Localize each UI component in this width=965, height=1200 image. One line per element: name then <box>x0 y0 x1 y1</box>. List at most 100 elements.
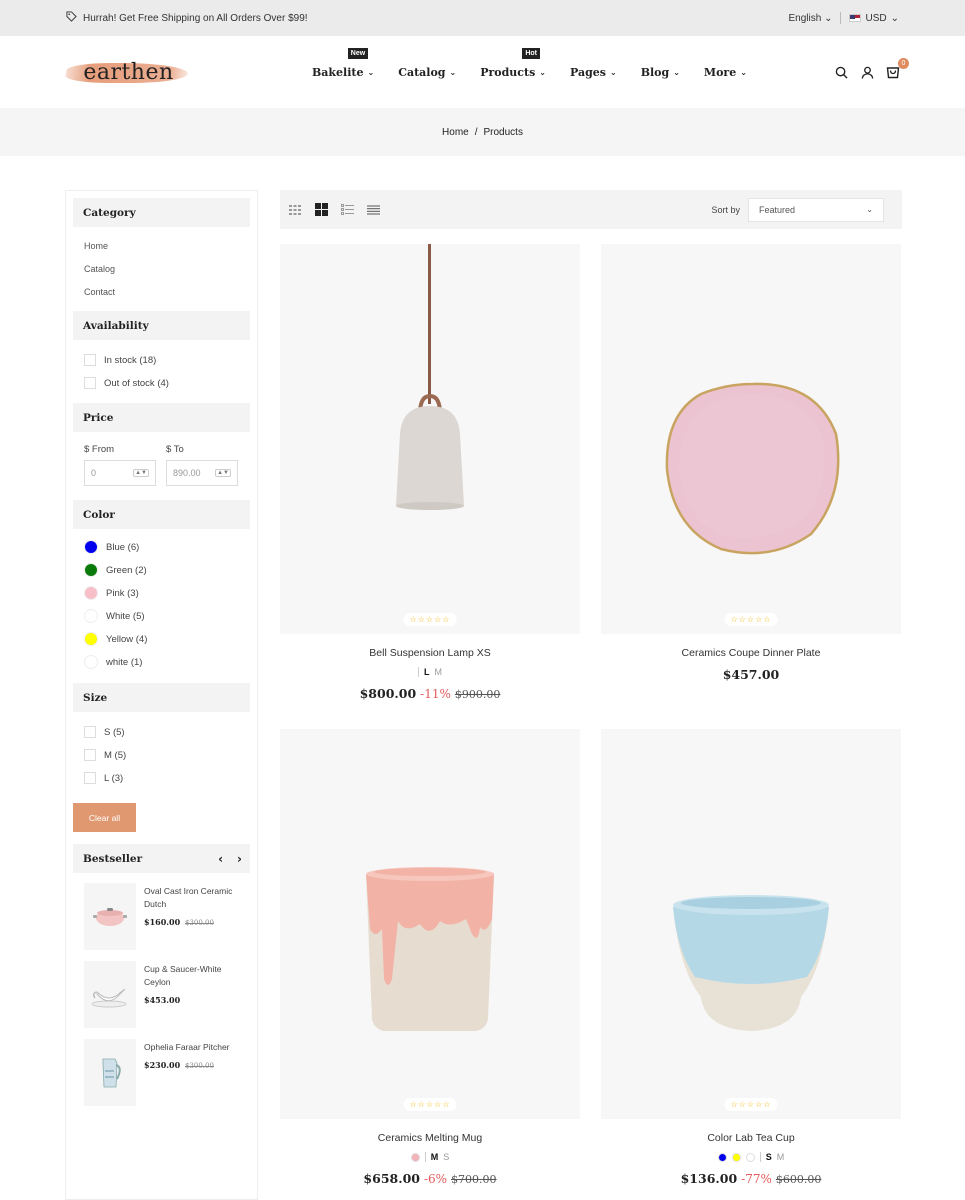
rating-stars: ☆☆☆☆☆ <box>724 613 778 626</box>
color-swatch[interactable] <box>84 609 98 623</box>
variant-l[interactable]: L <box>424 667 430 677</box>
nav-bakelite[interactable]: Bakelite ⌄ New <box>312 47 374 79</box>
nav-pages[interactable]: Pages ⌄ <box>570 66 617 79</box>
clear-all-button[interactable]: Clear all <box>73 803 136 832</box>
color-variant-blue[interactable] <box>717 1152 727 1162</box>
dutch-oven-icon[interactable] <box>84 883 136 950</box>
filter-out-of-stock[interactable]: Out of stock (4) <box>84 377 239 389</box>
price-to-input[interactable]: 890.00 ▲▼ <box>166 460 238 486</box>
grid-2-view-icon[interactable] <box>314 203 328 217</box>
checkbox[interactable] <box>84 354 96 366</box>
plate-icon <box>665 382 840 555</box>
chevron-right-icon[interactable]: › <box>237 852 242 866</box>
product-title[interactable]: Ceramics Coupe Dinner Plate <box>601 647 901 659</box>
product-title[interactable]: Ceramics Melting Mug <box>280 1132 580 1144</box>
variant-m[interactable]: M <box>435 667 443 677</box>
nav-blog[interactable]: Blog ⌄ <box>641 66 680 79</box>
price-from-input[interactable]: 0 ▲▼ <box>84 460 156 486</box>
main-nav: Bakelite ⌄ New Catalog ⌄ Products ⌄ Hot Pages… <box>312 36 747 108</box>
price-heading: Price <box>73 403 250 432</box>
color-label: Green (2) <box>106 564 147 576</box>
filter-in-stock[interactable]: In stock (18) <box>84 354 239 366</box>
currency-selector[interactable]: USD ⌄ <box>849 13 899 24</box>
category-link-catalog[interactable]: Catalog <box>84 264 239 274</box>
bestseller-heading: Bestseller ‹ › <box>73 844 250 873</box>
bestseller-name[interactable]: Cup & Saucer-White Ceylon <box>144 963 244 989</box>
variant-s[interactable]: S <box>766 1152 772 1162</box>
filter-color-option[interactable]: Blue (6) <box>84 540 239 554</box>
product-variants: S M <box>601 1152 901 1162</box>
chevron-left-icon[interactable]: ‹ <box>218 852 223 866</box>
product-card[interactable]: ☆☆☆☆☆ Ceramics Melting Mug M S $658.00 -… <box>280 729 580 1186</box>
filter-color-option[interactable]: Yellow (4) <box>84 632 239 646</box>
chevron-down-icon: ⌄ <box>740 67 747 77</box>
product-image[interactable]: ☆☆☆☆☆ <box>601 729 901 1119</box>
product-price: $658.00 -6% $700.00 <box>363 1171 497 1186</box>
color-swatch[interactable] <box>84 540 98 554</box>
product-title[interactable]: Bell Suspension Lamp XS <box>280 647 580 659</box>
compact-list-view-icon[interactable] <box>366 203 380 217</box>
color-variant-pink[interactable] <box>410 1152 420 1162</box>
chevron-down-icon: ⌄ <box>824 12 833 24</box>
product-image[interactable]: ☆☆☆☆☆ <box>280 729 580 1119</box>
search-icon[interactable] <box>833 64 849 80</box>
bestseller-item[interactable]: Oval Cast Iron Ceramic Dutch $160.00 $30… <box>73 873 250 951</box>
product-title[interactable]: Color Lab Tea Cup <box>601 1132 901 1144</box>
product-toolbar: Sort by Featured ⌄ <box>280 190 902 229</box>
color-heading: Color <box>73 500 250 529</box>
nav-catalog[interactable]: Catalog ⌄ <box>398 66 456 79</box>
bestseller-name[interactable]: Ophelia Faraar Pitcher <box>144 1041 244 1054</box>
site-logo[interactable]: earthen <box>64 57 191 87</box>
nav-more[interactable]: More ⌄ <box>704 66 747 79</box>
checkbox[interactable] <box>84 749 96 761</box>
grid-4-view-icon[interactable] <box>288 203 302 217</box>
nav-badge-new: New <box>347 47 369 59</box>
user-icon[interactable] <box>859 64 875 80</box>
bestseller-item[interactable]: Ophelia Faraar Pitcher $230.00 $300.00 <box>73 1029 250 1107</box>
color-swatch[interactable] <box>84 632 98 646</box>
variant-s[interactable]: S <box>443 1152 449 1162</box>
color-label: Pink (3) <box>106 587 139 599</box>
product-image[interactable]: ☆☆☆☆☆ <box>280 244 580 634</box>
product-card[interactable]: ☆☆☆☆☆ Ceramics Coupe Dinner Plate $457.0… <box>601 244 901 682</box>
filter-color-option[interactable]: White (5) <box>84 609 239 623</box>
sort-select[interactable]: Featured ⌄ <box>748 197 884 222</box>
filter-color-option[interactable]: white (1) <box>84 655 239 669</box>
chevron-down-icon: ⌄ <box>866 205 873 214</box>
cart-icon[interactable]: 0 <box>885 58 909 80</box>
bestseller-name[interactable]: Oval Cast Iron Ceramic Dutch <box>144 885 244 911</box>
color-label: White (5) <box>106 610 145 622</box>
pitcher-icon[interactable] <box>84 1039 136 1106</box>
color-variant-white[interactable] <box>745 1152 755 1162</box>
filter-color-option[interactable]: Pink (3) <box>84 586 239 600</box>
category-link-contact[interactable]: Contact <box>84 287 239 297</box>
filter-size-m[interactable]: M (5) <box>84 749 239 761</box>
color-swatch[interactable] <box>84 586 98 600</box>
filter-size-s[interactable]: S (5) <box>84 726 239 738</box>
checkbox[interactable] <box>84 377 96 389</box>
breadcrumb-home[interactable]: Home <box>442 127 469 138</box>
product-image[interactable]: ☆☆☆☆☆ <box>601 244 901 634</box>
list-view-icon[interactable] <box>340 203 354 217</box>
bestseller-price: $453.00 <box>144 995 181 1005</box>
stepper-icon[interactable]: ▲▼ <box>133 469 149 477</box>
product-card[interactable]: ☆☆☆☆☆ Color Lab Tea Cup S M $136.00 -77%… <box>601 729 901 1186</box>
color-variant-yellow[interactable] <box>731 1152 741 1162</box>
color-swatch[interactable] <box>84 563 98 577</box>
nav-products[interactable]: Products ⌄ Hot <box>480 47 546 79</box>
variant-m[interactable]: M <box>431 1152 439 1162</box>
mug-icon <box>366 867 494 1031</box>
filter-color-option[interactable]: Green (2) <box>84 563 239 577</box>
rating-stars: ☆☆☆☆☆ <box>403 1098 457 1111</box>
checkbox[interactable] <box>84 772 96 784</box>
checkbox[interactable] <box>84 726 96 738</box>
language-selector[interactable]: English ⌄ <box>789 13 833 24</box>
filter-size-l[interactable]: L (3) <box>84 772 239 784</box>
product-card[interactable]: ☆☆☆☆☆ Bell Suspension Lamp XS L M $800.0… <box>280 244 580 701</box>
variant-m[interactable]: M <box>777 1152 785 1162</box>
category-link-home[interactable]: Home <box>84 241 239 251</box>
bestseller-item[interactable]: Cup & Saucer-White Ceylon $453.00 <box>73 951 250 1029</box>
gravy-boat-icon[interactable] <box>84 961 136 1028</box>
color-swatch[interactable] <box>84 655 98 669</box>
stepper-icon[interactable]: ▲▼ <box>215 469 231 477</box>
